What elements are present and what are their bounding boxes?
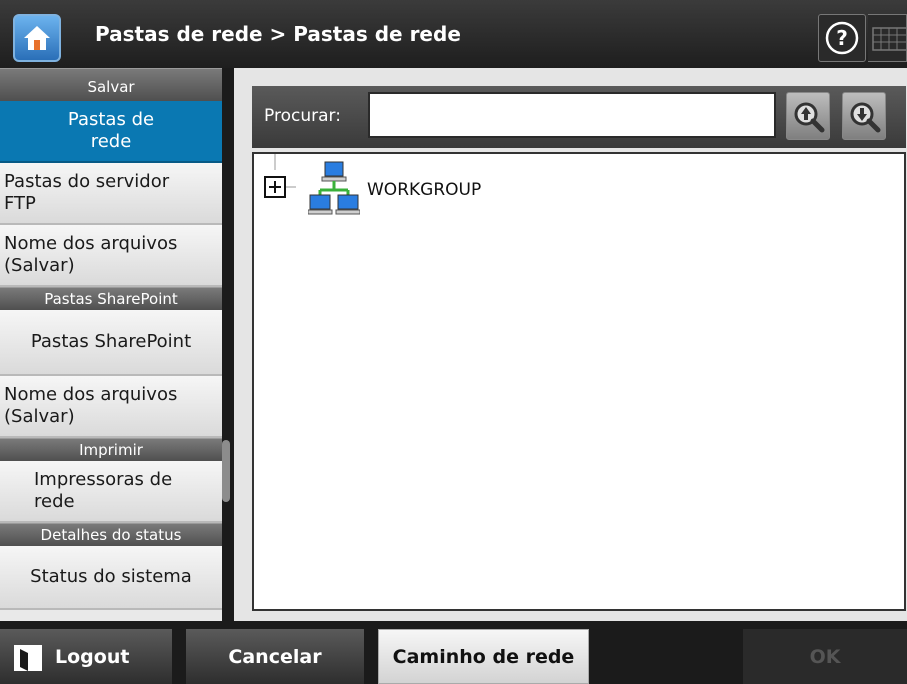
- section-header-imprimir: Imprimir: [0, 438, 222, 461]
- search-input[interactable]: [368, 92, 776, 138]
- sidebar-item-label: Nome dos arquivos: [4, 384, 178, 405]
- svg-text:?: ?: [836, 26, 848, 50]
- header-bar: Pastas de rede > Pastas de rede ?: [0, 0, 907, 68]
- tree-node-workgroup[interactable]: WORKGROUP: [367, 180, 481, 200]
- sidebar-scrollbar[interactable]: [222, 68, 234, 621]
- sidebar-item-pastas-sharepoint[interactable]: Pastas SharePoint: [0, 310, 222, 376]
- sidebar-item-label: Nome dos arquivos: [4, 233, 178, 254]
- search-label: Procurar:: [264, 106, 341, 126]
- logout-icon: [14, 645, 42, 671]
- keyboard-icon: [872, 27, 906, 51]
- cancel-button[interactable]: Cancelar: [186, 629, 364, 684]
- sidebar-item-label: Impressoras de: [34, 469, 173, 490]
- sidebar-item-label: Pastas de: [67, 109, 155, 130]
- search-down-button[interactable]: [842, 92, 886, 140]
- home-icon: [24, 26, 50, 50]
- sidebar-item-label: FTP: [4, 193, 36, 214]
- sidebar-item-status-do-sistema[interactable]: Status do sistema: [0, 546, 222, 610]
- sidebar-item-label: Pastas do servidor: [4, 171, 170, 192]
- help-button[interactable]: ?: [818, 14, 866, 62]
- sidebar-item-nome-dos-arquivos[interactable]: Nome dos arquivos (Salvar): [0, 225, 222, 287]
- logout-label: Logout: [55, 645, 130, 668]
- footer-bar: Logout Cancelar Caminho de rede OK: [0, 621, 907, 684]
- sidebar-item-nome-dos-arquivos-sharepoint[interactable]: Nome dos arquivos (Salvar): [0, 376, 222, 438]
- search-bar: Procurar:: [252, 86, 906, 148]
- logout-button[interactable]: Logout: [0, 629, 172, 684]
- search-down-icon: [850, 102, 881, 133]
- keyboard-button[interactable]: [868, 14, 907, 62]
- ok-button[interactable]: OK: [743, 629, 907, 684]
- sidebar-item-label: (Salvar): [4, 255, 75, 276]
- section-header-sharepoint: Pastas SharePoint: [0, 287, 222, 310]
- sidebar-item-label: Pastas SharePoint: [30, 331, 192, 352]
- search-up-button[interactable]: [786, 92, 830, 140]
- sidebar-item-label: rede: [90, 131, 132, 152]
- main-panel: Procurar: WORKGROUP: [234, 68, 907, 621]
- network-path-button[interactable]: Caminho de rede: [378, 629, 589, 684]
- sidebar-item-pastas-de-rede[interactable]: Pastas de rede: [0, 101, 222, 163]
- section-header-salvar: Salvar: [0, 68, 222, 101]
- help-icon: ?: [825, 21, 859, 55]
- sidebar-item-label: Status do sistema: [30, 566, 192, 587]
- sidebar-item-impressoras-de-rede[interactable]: Impressoras de rede: [0, 461, 222, 523]
- network-icon: [308, 161, 360, 215]
- sidebar-scrollbar-thumb[interactable]: [222, 440, 230, 502]
- folder-tree[interactable]: WORKGROUP: [252, 152, 906, 611]
- search-up-icon: [794, 102, 825, 133]
- home-button[interactable]: [13, 14, 61, 62]
- sidebar-item-pastas-do-servidor-ftp[interactable]: Pastas do servidor FTP: [0, 163, 222, 225]
- expand-icon[interactable]: [264, 176, 286, 198]
- page-title: Pastas de rede > Pastas de rede: [95, 22, 461, 46]
- sidebar-item-label: (Salvar): [4, 406, 75, 427]
- sidebar: Salvar Pastas de rede Pastas do servidor F…: [0, 68, 222, 621]
- section-header-detalhes-do-status: Detalhes do status: [0, 523, 222, 546]
- sidebar-item-label: rede: [34, 491, 75, 512]
